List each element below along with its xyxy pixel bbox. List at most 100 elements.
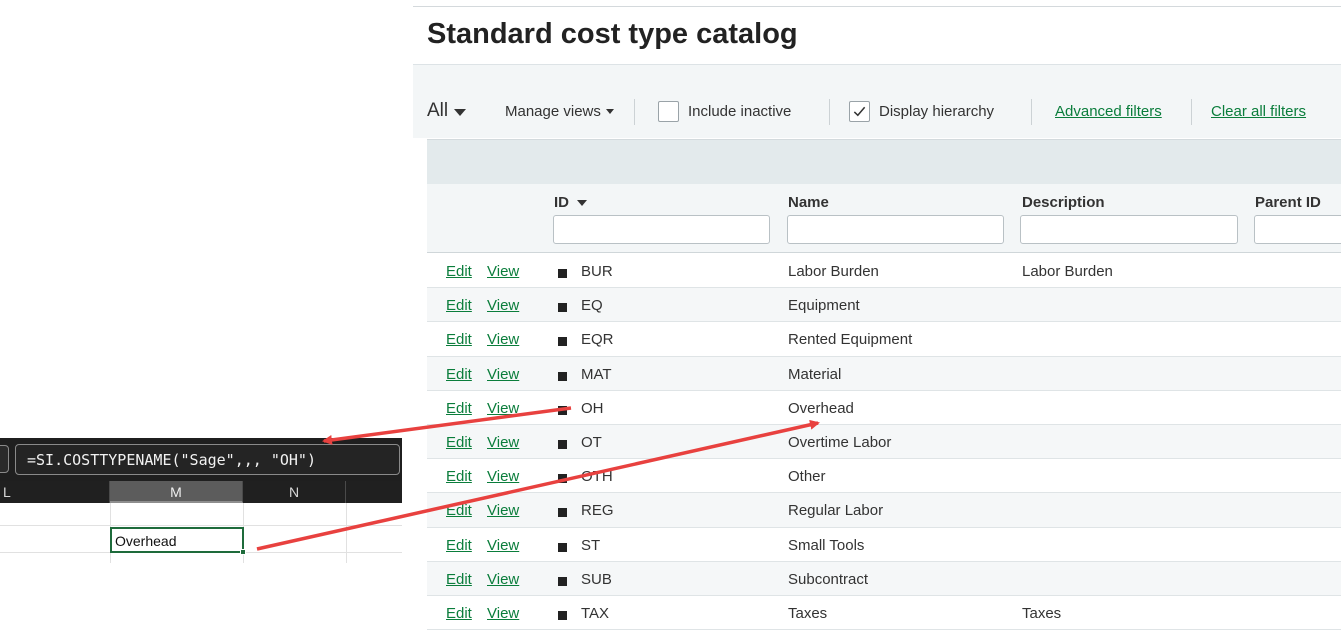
view-link[interactable]: View — [487, 468, 519, 485]
table-row: Edit View SUB Subcontract — [427, 561, 1341, 596]
edit-link[interactable]: Edit — [446, 537, 472, 554]
clear-all-filters-link[interactable]: Clear all filters — [1211, 97, 1306, 125]
edit-link[interactable]: Edit — [446, 263, 472, 280]
sheet-cells: Overhead — [0, 503, 402, 563]
active-cell[interactable]: Overhead — [110, 527, 246, 555]
hierarchy-node-icon — [558, 337, 567, 347]
column-header-l[interactable]: L — [0, 481, 110, 503]
cost-type-id: BUR — [581, 263, 613, 280]
column-header-row: L M N — [0, 481, 402, 503]
manage-views-menu[interactable]: Manage views — [505, 97, 614, 125]
view-link[interactable]: View — [487, 297, 519, 314]
caret-down-icon — [605, 108, 614, 114]
display-hierarchy-checkbox[interactable] — [849, 100, 870, 122]
cost-type-name: Material — [788, 365, 842, 383]
table-row: Edit View ST Small Tools — [427, 528, 1341, 562]
description-filter-input[interactable] — [1020, 215, 1238, 244]
view-link[interactable]: View — [487, 331, 519, 348]
page-title: Standard cost type catalog — [427, 18, 798, 50]
edit-link[interactable]: Edit — [446, 366, 472, 383]
table-row: Edit View TAX Taxes Taxes — [427, 596, 1341, 631]
cost-type-name: Taxes — [788, 604, 828, 622]
cost-type-name: Labor Burden — [788, 263, 879, 280]
cost-type-id: EQ — [581, 297, 603, 315]
column-header-name[interactable]: Name — [788, 194, 829, 211]
gridline — [346, 503, 347, 563]
view-link[interactable]: View — [487, 400, 519, 417]
cost-type-id: OH — [581, 399, 604, 417]
active-cell-value: Overhead — [115, 533, 177, 549]
hierarchy-node-icon — [558, 439, 567, 449]
cost-type-id: REG — [581, 502, 614, 520]
table-row: Edit View EQR Rented Equipment — [427, 322, 1341, 357]
include-inactive-label: Include inactive — [688, 102, 792, 120]
name-filter-input[interactable] — [787, 215, 1004, 244]
spreadsheet-excerpt: =SI.COSTTYPENAME("Sage",,, "OH") L M N O… — [0, 438, 402, 568]
formula-bar-expand-handle[interactable] — [0, 445, 9, 473]
cost-type-name: Overhead — [788, 399, 854, 417]
advanced-filters-link[interactable]: Advanced filters — [1055, 97, 1162, 125]
include-inactive-toggle[interactable]: Include inactive — [658, 97, 791, 125]
edit-link[interactable]: Edit — [446, 571, 472, 588]
view-link[interactable]: View — [487, 263, 519, 280]
view-selector-label: All — [427, 100, 449, 121]
hierarchy-node-icon — [558, 576, 567, 586]
table-row: Edit View REG Regular Labor — [427, 493, 1341, 528]
hierarchy-node-icon — [558, 542, 567, 552]
top-divider — [413, 6, 1341, 7]
cost-type-description: Taxes — [1022, 604, 1062, 622]
cost-type-table-body: Edit View BUR Labor Burden Labor Burden Edit V… — [427, 254, 1341, 631]
formula-input[interactable]: =SI.COSTTYPENAME("Sage",,, "OH") — [15, 444, 400, 475]
cost-type-name: Equipment — [788, 297, 860, 315]
formula-bar: =SI.COSTTYPENAME("Sage",,, "OH") — [0, 438, 402, 481]
checkmark-icon — [853, 106, 866, 116]
parent-id-filter-input[interactable] — [1254, 215, 1341, 244]
cost-type-name: Regular Labor — [788, 502, 884, 520]
edit-link[interactable]: Edit — [446, 468, 472, 485]
column-header-m[interactable]: M — [110, 481, 243, 503]
display-hierarchy-toggle[interactable]: Display hierarchy — [849, 97, 994, 125]
caret-down-icon — [454, 108, 467, 116]
hierarchy-node-icon — [558, 371, 567, 381]
column-headers: ID Name Description Parent ID — [427, 184, 1341, 253]
column-header-n[interactable]: N — [243, 481, 346, 503]
view-link[interactable]: View — [487, 434, 519, 451]
view-selector[interactable]: All — [427, 97, 467, 125]
table-row: Edit View OTH Other — [427, 459, 1341, 494]
hierarchy-node-icon — [558, 269, 567, 278]
fill-handle[interactable] — [240, 549, 246, 555]
edit-link[interactable]: Edit — [446, 331, 472, 348]
edit-link[interactable]: Edit — [446, 297, 472, 314]
table-row: Edit View EQ Equipment — [427, 288, 1341, 323]
edit-link[interactable]: Edit — [446, 400, 472, 417]
edit-link[interactable]: Edit — [446, 434, 472, 451]
toolbar-separator — [829, 99, 830, 125]
cost-type-catalog-panel: Standard cost type catalog All Manage vi… — [413, 0, 1341, 638]
view-link[interactable]: View — [487, 366, 519, 383]
column-header-id[interactable]: ID — [554, 194, 587, 211]
view-link[interactable]: View — [487, 571, 519, 588]
cost-type-id: EQR — [581, 331, 614, 349]
table-row: Edit View OH Overhead — [427, 391, 1341, 425]
hierarchy-node-icon — [558, 508, 567, 518]
edit-link[interactable]: Edit — [446, 605, 472, 622]
table-row: Edit View MAT Material — [427, 356, 1341, 391]
view-link[interactable]: View — [487, 605, 519, 622]
view-link[interactable]: View — [487, 537, 519, 554]
display-hierarchy-label: Display hierarchy — [879, 102, 995, 120]
id-filter-input[interactable] — [553, 215, 770, 244]
edit-link[interactable]: Edit — [446, 502, 472, 519]
cost-type-id: ST — [581, 536, 601, 554]
view-link[interactable]: View — [487, 502, 519, 519]
cost-type-id: MAT — [581, 365, 612, 383]
column-header-id-label: ID — [554, 194, 569, 211]
hierarchy-node-icon — [558, 405, 567, 415]
cost-type-id: SUB — [581, 570, 612, 588]
include-inactive-checkbox[interactable] — [658, 100, 679, 122]
column-header-parent-id[interactable]: Parent ID — [1255, 194, 1321, 211]
column-header-blank[interactable] — [346, 481, 402, 503]
cost-type-id: OTH — [581, 468, 613, 486]
toolbar-separator — [1031, 99, 1032, 125]
column-header-description[interactable]: Description — [1022, 194, 1105, 211]
list-toolbar: All Manage views Include inactive Displa… — [427, 97, 1337, 125]
